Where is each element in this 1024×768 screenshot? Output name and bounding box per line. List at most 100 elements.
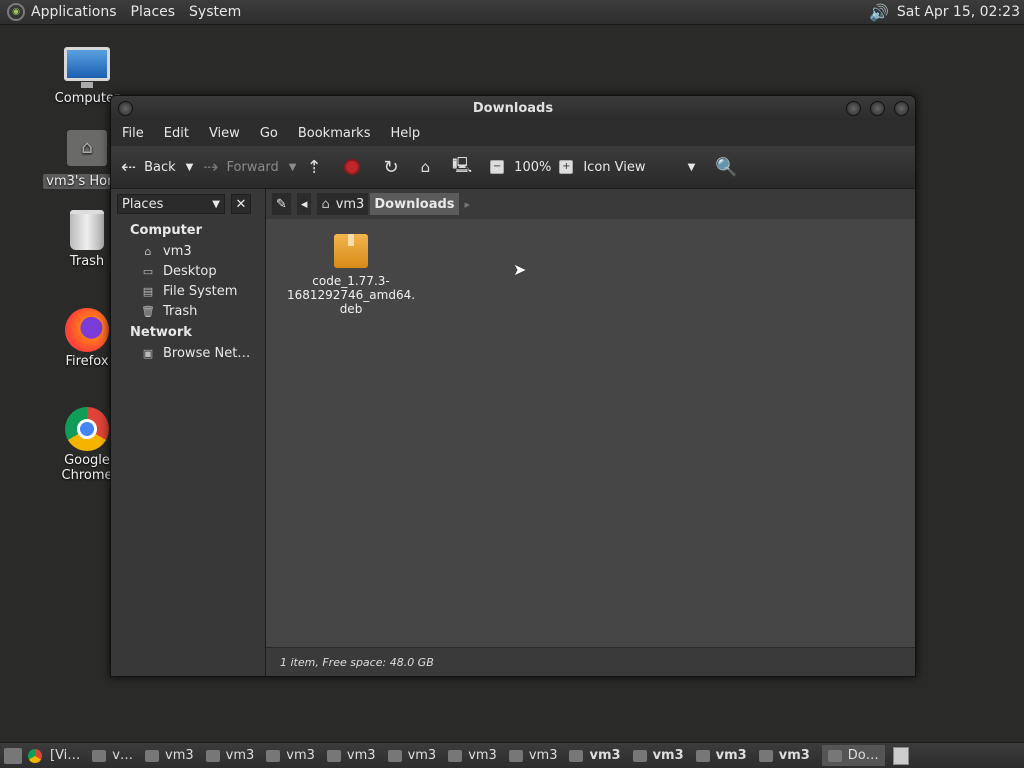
home-button[interactable]: ⌂ [421,158,443,176]
maximize-button[interactable] [870,101,885,116]
close-button[interactable] [894,101,909,116]
taskbar-item-active[interactable]: Do… [821,745,885,766]
mouse-cursor-icon: ➤ [513,260,527,279]
menu-system[interactable]: System [189,4,241,20]
volume-icon[interactable]: 🔊 [869,3,889,22]
window-menu-button[interactable] [118,101,133,116]
path-segment-vm3[interactable]: ⌂ vm3 [317,193,369,215]
home-folder-icon [569,749,584,762]
taskbar: [Vi… v… vm3 vm3 vm3 vm3 vm3 vm3 vm3 vm3 … [0,742,1024,768]
chrome-icon [28,748,42,763]
menu-places[interactable]: Places [131,4,176,20]
file-item[interactable]: code_1.77.3- 1681292746_amd64. deb [286,234,416,316]
taskbar-item-label: [Vi… [50,748,81,763]
taskbar-item[interactable]: vm3 [569,748,621,763]
sidebar-item-browse-network[interactable]: ▣ Browse Net… [111,343,265,363]
sidebar-item-trash[interactable]: 🗑 Trash [111,301,265,321]
trash-icon [70,210,104,250]
taskbar-item-label: vm3 [715,748,747,763]
home-folder-icon [632,749,647,762]
sidebar-selector-label: Places [122,196,164,212]
sidebar-item-label: File System [163,283,238,299]
sidebar-close-button[interactable]: ✕ [231,194,251,214]
taskbar-item[interactable]: vm3 [205,748,254,763]
file-view[interactable]: ✎ ◂ ⌂ vm3 Downloads ▸ code_1.77.3- 16812… [266,189,915,676]
sidebar-item-label: Trash [163,303,198,319]
stop-button[interactable] [343,159,374,175]
path-segment-downloads[interactable]: Downloads [370,193,459,215]
computer-icon: 🖳 [452,155,473,174]
zoom-out-icon: − [490,160,505,174]
sidebar-item-desktop[interactable]: ▭ Desktop [111,261,265,281]
statusbar: 1 item, Free space: 48.0 GB [266,647,915,676]
taskbar-item[interactable]: vm3 [632,748,684,763]
taskbar-item[interactable]: vm3 [448,748,497,763]
desktop-icon-label: Trash [69,254,105,269]
file-name-line: deb [339,302,363,316]
sidebar-item-vm3[interactable]: ⌂ vm3 [111,241,265,261]
back-button[interactable]: ⇠ Back ▼ [121,157,193,178]
menu-applications[interactable]: Applications [31,4,117,20]
taskbar-item[interactable]: vm3 [266,748,315,763]
menu-view[interactable]: View [209,126,240,141]
reload-icon: ↻ [383,156,399,178]
folder-icon [827,749,842,762]
path-segment-label: Downloads [374,196,455,212]
chevron-down-icon[interactable]: ▼ [186,162,194,173]
taskbar-item-label: vm3 [346,748,376,763]
home-folder-icon [695,749,710,762]
minimize-button[interactable] [846,101,861,116]
clock[interactable]: Sat Apr 15, 02:23 [897,4,1020,20]
menu-bookmarks[interactable]: Bookmarks [298,126,371,141]
home-folder-icon [266,749,281,762]
menubar: File Edit View Go Bookmarks Help [111,120,915,146]
menu-help[interactable]: Help [390,126,420,141]
computer-button[interactable]: 🖳 [452,155,480,180]
home-folder-icon [145,749,159,762]
menu-go[interactable]: Go [260,126,278,141]
home-folder-icon [448,749,463,762]
file-name-line: 1681292746_amd64. [286,288,416,302]
network-icon: ▣ [142,346,154,360]
sidebar-item-file-system[interactable]: ▤ File System [111,281,265,301]
up-button[interactable]: ⇡ [306,157,333,178]
taskbar-item[interactable]: vm3 [695,748,747,763]
show-desktop-icon[interactable] [4,747,22,764]
desktop-folder-icon: ▭ [142,264,154,278]
workspace-switcher-icon[interactable] [892,746,909,765]
taskbar-item-label: vm3 [528,748,558,763]
view-mode-select[interactable]: Icon View ▼ [583,160,695,175]
trash-icon: 🗑 [141,304,155,318]
home-folder-icon: ⌂ [144,244,152,258]
distro-logo-icon[interactable]: ◉ [7,3,25,21]
taskbar-item[interactable]: vm3 [145,748,194,763]
chevron-down-icon[interactable]: ▼ [289,162,297,173]
menu-file[interactable]: File [122,126,144,141]
taskbar-item[interactable]: vm3 [387,748,436,763]
taskbar-item[interactable]: vm3 [758,748,810,763]
menu-edit[interactable]: Edit [164,126,189,141]
taskbar-item-label: vm3 [468,748,497,763]
drive-icon: ▤ [142,284,154,298]
taskbar-item[interactable]: vm3 [508,748,558,763]
taskbar-item[interactable]: v… [92,748,133,763]
zoom-in-button[interactable]: + [559,160,574,174]
sidebar-selector[interactable]: Places ▼ [117,194,225,214]
reload-button[interactable]: ↻ [384,157,411,178]
path-back-button[interactable]: ◂ [296,193,312,215]
taskbar-item-label: v… [112,748,133,763]
firefox-icon [65,308,109,352]
window-titlebar[interactable]: Downloads [111,96,915,120]
chevron-right-icon[interactable]: ▸ [465,198,471,211]
zoom-out-button[interactable]: − [490,160,505,174]
forward-button[interactable]: ⇢ Forward ▼ [203,157,296,178]
taskbar-item[interactable]: [Vi… [50,748,80,763]
search-button[interactable]: 🔍 [715,157,745,178]
computer-icon [64,47,110,88]
home-folder-icon [508,749,523,762]
zoom-level[interactable]: 100% [514,160,551,175]
forward-label: Forward [226,159,279,175]
home-folder-icon [326,749,341,762]
taskbar-item[interactable]: vm3 [326,748,376,763]
location-edit-button[interactable]: ✎ [272,193,291,215]
